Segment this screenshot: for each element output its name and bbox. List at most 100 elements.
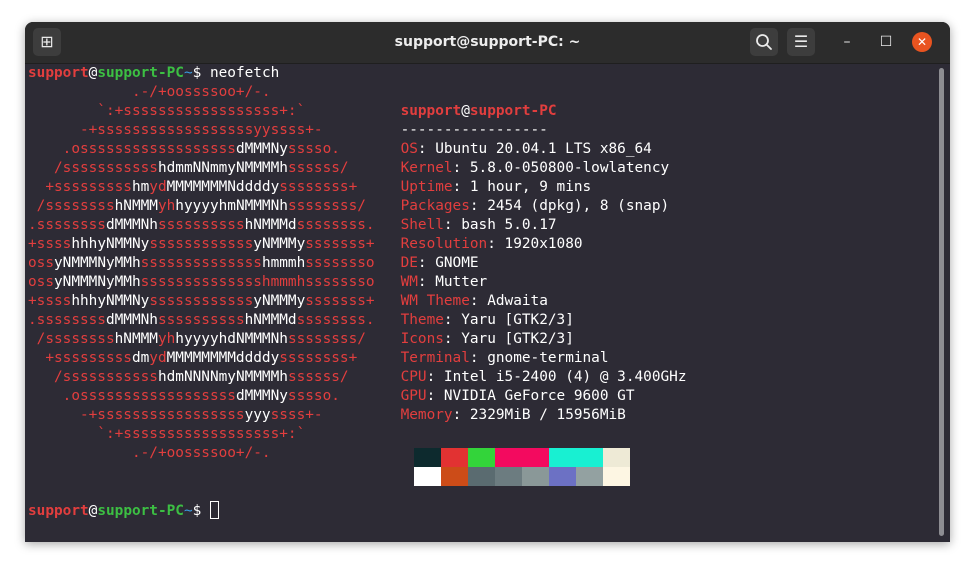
- ascii-logo-segment: ssssssss.: [296, 217, 375, 233]
- info-host: support-PC: [469, 103, 557, 119]
- info-value: Yaru [GTK2/3]: [461, 312, 574, 328]
- minimize-icon: –: [843, 34, 851, 50]
- ascii-logo-segment: ssssssssssssss: [140, 255, 262, 271]
- color-palette: [414, 448, 630, 486]
- ascii-logo-segment: ssssssss+: [279, 179, 358, 195]
- ascii-logo-segment: dm: [131, 350, 150, 366]
- ascii-logo-segment: hdmNNNNmyNMMMMh: [157, 369, 288, 385]
- ascii-logo-segment: hNMMMd: [244, 312, 297, 328]
- neofetch-line: .-/+oossssoo+/-.: [28, 83, 687, 102]
- prompt-user: support: [28, 65, 89, 81]
- menu-button[interactable]: ☰: [787, 28, 815, 56]
- ascii-logo-segment: .-/+oossssoo+/-.: [28, 445, 271, 461]
- ascii-logo-segment: dMMMNy: [235, 141, 288, 157]
- neofetch-line: +ssssssssshmydMMMMMMMNddddyssssssss+ Upt…: [28, 179, 592, 195]
- prompt-line: support@support-PC~$ neofetch: [28, 64, 687, 83]
- neofetch-line: .ssssssssdMMMNhsssssssssshNMMMdssssssss.…: [28, 217, 557, 233]
- prompt-command: neofetch: [201, 65, 280, 81]
- ascii-logo-segment: yNMMMy: [253, 293, 306, 309]
- ascii-logo-segment: /ssssssss: [28, 198, 115, 214]
- text-cursor: [209, 501, 219, 519]
- info-key: CPU: [400, 369, 427, 385]
- info-key: Theme: [400, 312, 444, 328]
- info-user: support: [400, 103, 462, 119]
- color-swatch: [603, 467, 630, 486]
- ascii-logo-segment: dMMMNh: [105, 217, 158, 233]
- ascii-logo-segment: ssssss/: [287, 369, 349, 385]
- terminal-window: ⊞ support@support-PC: ~ ☰ – ☐ ✕ support@…: [25, 22, 950, 542]
- ascii-logo-segment: hdmmNNmmyNMMMMh: [157, 160, 288, 176]
- prompt-path: ~: [183, 503, 193, 519]
- maximize-icon: ☐: [879, 34, 893, 50]
- ascii-logo-segment: yNMMMNyMMh: [54, 274, 141, 290]
- ascii-logo-segment: /sssssssssss: [28, 160, 158, 176]
- ascii-logo-segment: yyy: [244, 407, 271, 423]
- info-key: GPU: [400, 388, 427, 404]
- ascii-logo-segment: +sssssssss: [28, 350, 132, 366]
- neofetch-line: +sssshhhyNMMNyssssssssssssyNMMMysssssss+…: [28, 236, 583, 252]
- color-swatch: [468, 448, 495, 467]
- ascii-logo-segment: sssso.: [287, 388, 340, 404]
- close-button[interactable]: ✕: [912, 32, 932, 52]
- color-swatch: [414, 467, 441, 486]
- info-value: 5.8.0-050800-lowlatency: [469, 160, 670, 176]
- ascii-logo-segment: sssssss+: [305, 236, 375, 252]
- scrollbar[interactable]: [939, 68, 944, 536]
- ascii-logo-segment: yd: [149, 179, 167, 195]
- info-value: bash 5.0.17: [461, 217, 557, 233]
- info-key: Shell: [400, 217, 444, 233]
- prompt-line-active[interactable]: support@support-PC~$: [28, 501, 687, 520]
- neofetch-line: ossyNMMMNyMMhsssssssssssssshmmmhssssssso…: [28, 255, 479, 271]
- ascii-logo-segment: hhhyNMMNy: [71, 236, 150, 252]
- ascii-logo-segment: yNMMMNyMMh: [54, 255, 141, 271]
- ascii-logo-segment: ssssssssss: [157, 217, 245, 233]
- prompt-symbol: $: [192, 503, 202, 519]
- color-swatch: [603, 448, 630, 467]
- info-key: Memory: [400, 407, 453, 423]
- neofetch-line: -+sssssssssssssssssyyyssss+- Memory: 232…: [28, 407, 626, 423]
- title-bar[interactable]: ⊞ support@support-PC: ~ ☰ – ☐ ✕: [25, 22, 950, 64]
- ascii-logo-segment: oss: [28, 255, 54, 271]
- ascii-logo-segment: yd: [149, 350, 167, 366]
- ascii-logo-segment: hm: [131, 179, 150, 195]
- info-key: DE: [400, 255, 418, 271]
- info-value: Intel i5-2400 (4) @ 3.400GHz: [443, 369, 687, 385]
- info-at: @: [461, 103, 470, 119]
- ascii-logo-segment: +sssssssss: [28, 179, 132, 195]
- info-value: Mutter: [435, 274, 488, 290]
- ascii-logo-segment: dMMMNy: [235, 388, 288, 404]
- prompt-symbol: $: [192, 65, 202, 81]
- prompt-user: support: [28, 503, 89, 519]
- ascii-logo-segment: `:+ssssssssssssssssss+:`: [28, 426, 306, 442]
- ascii-logo-segment: /ssssssss: [28, 331, 115, 347]
- color-swatch: [495, 467, 522, 486]
- color-swatch: [576, 448, 603, 467]
- info-value: GNOME: [435, 255, 479, 271]
- ascii-logo-segment: +ssss: [28, 293, 72, 309]
- terminal-area[interactable]: support@support-PC~$ neofetch .-/+oossss…: [25, 64, 950, 542]
- neofetch-line: /ssssssssssshdmmNNmmyNMMMMhssssss/ Kerne…: [28, 160, 670, 176]
- ascii-logo-segment: yh: [157, 198, 176, 214]
- info-key: Packages: [400, 198, 470, 214]
- minimize-button[interactable]: –: [833, 28, 861, 56]
- ascii-logo-segment: hNMMMd: [244, 217, 297, 233]
- palette-row-normal: [414, 448, 630, 467]
- ascii-logo-segment: ssss+-: [270, 407, 323, 423]
- ascii-logo-segment: ssssssss/: [287, 331, 366, 347]
- maximize-button[interactable]: ☐: [872, 28, 900, 56]
- ascii-logo-segment: hyyyyhdNMMMNh: [175, 331, 288, 347]
- info-value: 2454 (dpkg), 8 (snap): [487, 198, 670, 214]
- ascii-logo-segment: ssssssssssss: [149, 236, 254, 252]
- ascii-logo-segment: yh: [157, 331, 176, 347]
- close-icon: ✕: [916, 35, 928, 49]
- ascii-logo-segment: MMMMMMMNddddy: [166, 179, 280, 195]
- ascii-logo-segment: ssssss/: [287, 160, 349, 176]
- neofetch-line: +sssssssssdmydMMMMMMMMddddyssssssss+ Ter…: [28, 350, 609, 366]
- color-swatch: [549, 467, 576, 486]
- ascii-logo-segment: `:+ssssssssssssssssss+:`: [28, 103, 306, 119]
- info-key: OS: [400, 141, 418, 157]
- ascii-logo-segment: .ossssssssssssssssss: [28, 388, 236, 404]
- search-button[interactable]: [750, 28, 778, 56]
- ascii-logo-segment: oss: [28, 274, 54, 290]
- neofetch-line: .ossssssssssssssssssdMMMNysssso. GPU: NV…: [28, 388, 635, 404]
